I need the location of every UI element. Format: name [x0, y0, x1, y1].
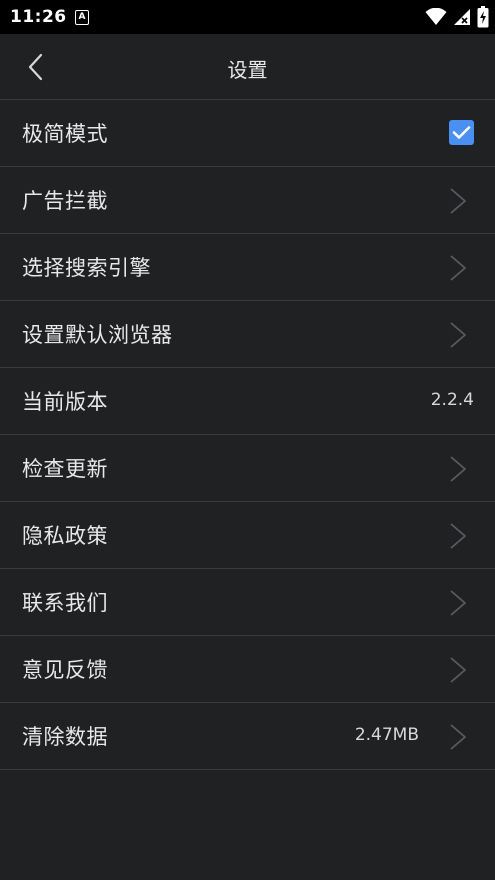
setting-label: 选择搜索引擎: [22, 256, 151, 280]
chevron-right-icon: [450, 322, 466, 348]
chevron-right-icon: [450, 523, 466, 549]
status-icons: [425, 6, 489, 28]
version-value: 2.2.4: [430, 390, 474, 410]
battery-charging-icon: [477, 6, 489, 28]
chevron-right-icon: [450, 724, 466, 750]
setting-label: 当前版本: [22, 390, 108, 414]
wifi-icon: [425, 8, 447, 25]
signal-icon: [454, 9, 470, 25]
setting-default-browser[interactable]: 设置默认浏览器: [0, 301, 495, 368]
setting-contact-us[interactable]: 联系我们: [0, 569, 495, 636]
setting-clear-data[interactable]: 清除数据 2.47MB: [0, 703, 495, 770]
setting-label: 极简模式: [22, 122, 108, 146]
settings-screen: 11:26 A 设置 极简模式 广告拦截 选择搜索引擎 设置默认浏览器 当前版本…: [0, 0, 495, 880]
setting-label: 意见反馈: [22, 658, 108, 682]
status-time: 11:26: [10, 7, 67, 27]
notification-icon: A: [75, 10, 89, 25]
chevron-right-icon: [450, 590, 466, 616]
app-header: 设置: [0, 34, 495, 99]
setting-check-update[interactable]: 检查更新: [0, 435, 495, 502]
setting-label: 清除数据: [22, 725, 108, 749]
chevron-right-icon: [450, 456, 466, 482]
setting-ad-block[interactable]: 广告拦截: [0, 167, 495, 234]
setting-label: 设置默认浏览器: [22, 323, 173, 347]
chevron-right-icon: [450, 657, 466, 683]
settings-list: 极简模式 广告拦截 选择搜索引擎 设置默认浏览器 当前版本 2.2.4 检查更新…: [0, 100, 495, 770]
setting-label: 隐私政策: [22, 524, 108, 548]
setting-feedback[interactable]: 意见反馈: [0, 636, 495, 703]
cache-size-value: 2.47MB: [354, 725, 419, 745]
setting-current-version: 当前版本 2.2.4: [0, 368, 495, 435]
status-bar: 11:26 A: [0, 0, 495, 34]
checkmark-icon: [452, 126, 471, 139]
minimal-mode-checkbox[interactable]: [449, 120, 474, 145]
setting-label: 检查更新: [22, 457, 108, 481]
setting-search-engine[interactable]: 选择搜索引擎: [0, 234, 495, 301]
chevron-right-icon: [450, 188, 466, 214]
setting-privacy-policy[interactable]: 隐私政策: [0, 502, 495, 569]
page-title: 设置: [227, 58, 268, 82]
setting-label: 联系我们: [22, 591, 108, 615]
setting-label: 广告拦截: [22, 189, 108, 213]
setting-minimal-mode[interactable]: 极简模式: [0, 100, 495, 167]
chevron-right-icon: [450, 255, 466, 281]
